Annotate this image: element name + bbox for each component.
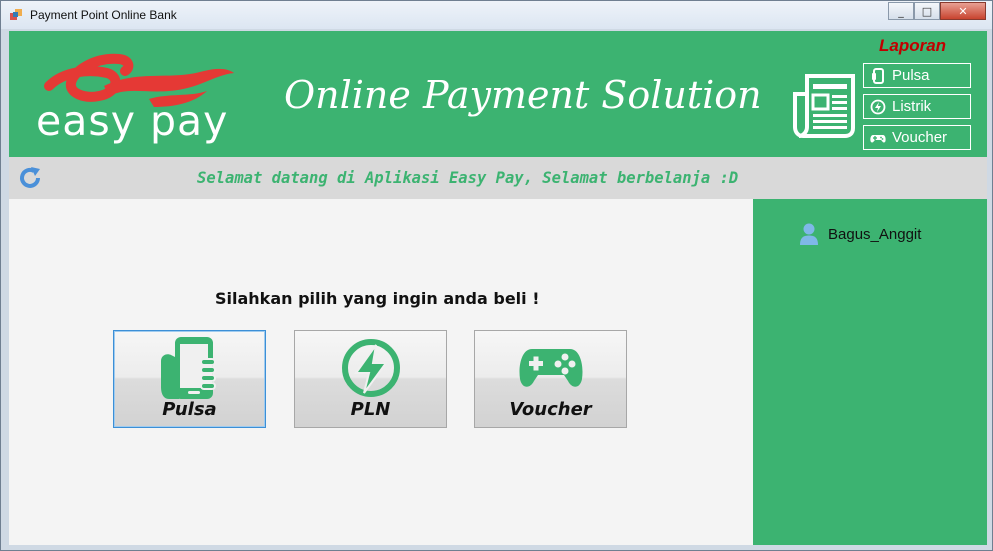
maximize-button[interactable]: □ — [914, 2, 940, 20]
voucher-button[interactable]: Voucher — [474, 330, 627, 428]
newspaper-icon — [793, 74, 855, 138]
refresh-icon[interactable] — [18, 166, 42, 190]
client-area: easy pay Online Payment Solution Laporan — [9, 31, 987, 545]
window-title: Payment Point Online Bank — [30, 8, 177, 22]
welcome-banner: Selamat datang di Aplikasi Easy Pay, Sel… — [9, 157, 987, 199]
hand-phone-icon — [160, 337, 216, 399]
logo-text: easy pay — [36, 97, 229, 145]
title-bar[interactable]: Payment Point Online Bank _ □ ✕ — [1, 1, 992, 29]
app-icon — [10, 9, 22, 20]
app-window: Payment Point Online Bank _ □ ✕ easy pay… — [0, 0, 993, 551]
report-listrik-button[interactable]: Listrik — [863, 94, 971, 119]
lightning-icon — [870, 99, 886, 115]
welcome-message: Selamat datang di Aplikasi Easy Pay, Sel… — [197, 169, 739, 187]
report-pulsa-button[interactable]: Pulsa — [863, 63, 971, 88]
pln-button[interactable]: PLN — [294, 330, 447, 428]
slogan: Online Payment Solution — [284, 73, 762, 117]
minimize-button[interactable]: _ — [888, 2, 914, 20]
user-icon — [800, 223, 818, 245]
user-info: Bagus_Anggit — [799, 223, 921, 245]
report-voucher-button[interactable]: Voucher — [863, 125, 971, 150]
close-button[interactable]: ✕ — [940, 2, 986, 20]
pulsa-button[interactable]: Pulsa — [113, 330, 266, 428]
header: easy pay Online Payment Solution Laporan — [9, 31, 987, 157]
phone-icon — [870, 67, 886, 84]
voucher-label: Voucher — [509, 399, 592, 420]
pulsa-label: Pulsa — [162, 399, 217, 420]
gamepad-icon — [870, 130, 886, 146]
report-voucher-label: Voucher — [892, 129, 948, 146]
report-title: Laporan — [879, 36, 947, 55]
pln-label: PLN — [350, 399, 391, 420]
prompt-text: Silahkan pilih yang ingin anda beli ! — [215, 289, 540, 308]
user-panel: Bagus_Anggit — [753, 199, 987, 545]
lightning-icon — [341, 339, 400, 397]
report-listrik-label: Listrik — [892, 98, 932, 115]
report-pulsa-label: Pulsa — [892, 67, 930, 84]
gamepad-icon — [519, 349, 582, 387]
user-name: Bagus_Anggit — [828, 225, 922, 243]
